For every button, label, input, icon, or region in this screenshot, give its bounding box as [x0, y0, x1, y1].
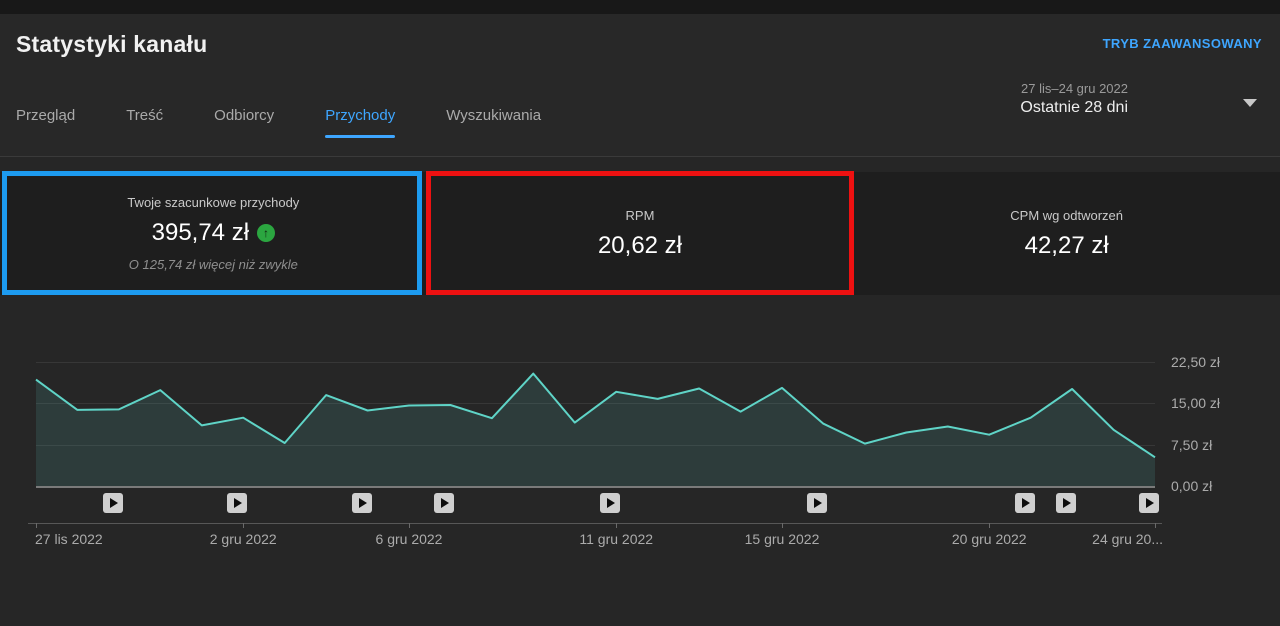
- card-value: 42,27 zł: [1025, 232, 1109, 260]
- revenue-line-chart[interactable]: [36, 295, 1155, 486]
- card-value: 20,62 zł: [598, 232, 682, 260]
- card-rpm[interactable]: RPM 20,62 zł: [427, 172, 854, 295]
- video-marker-play-icon[interactable]: [1056, 493, 1076, 513]
- play-triangle-icon: [1063, 498, 1071, 508]
- x-axis-label: 15 gru 2022: [745, 531, 820, 547]
- card-title: CPM wg odtworzeń: [1010, 208, 1123, 223]
- x-axis-tick: [616, 523, 617, 528]
- video-marker-play-icon[interactable]: [807, 493, 827, 513]
- play-triangle-icon: [359, 498, 367, 508]
- play-triangle-icon: [607, 498, 615, 508]
- x-axis-label: 20 gru 2022: [952, 531, 1027, 547]
- y-axis-label: 7,50 zł: [1171, 437, 1212, 453]
- date-range-text: 27 lis–24 gru 2022: [1020, 81, 1128, 96]
- date-range-picker[interactable]: 27 lis–24 gru 2022 Ostatnie 28 dni: [1020, 81, 1128, 117]
- trend-up-icon: ↑: [257, 224, 275, 242]
- x-axis-label: 2 gru 2022: [210, 531, 277, 547]
- x-axis-label: 6 gru 2022: [376, 531, 443, 547]
- zero-baseline: [36, 486, 1155, 488]
- y-axis-label: 0,00 zł: [1171, 478, 1212, 494]
- y-axis-label: 22,50 zł: [1171, 354, 1220, 370]
- x-axis-label: 24 gru 20...: [1092, 531, 1163, 547]
- video-marker-play-icon[interactable]: [1139, 493, 1159, 513]
- tab-przeglad[interactable]: Przegląd: [16, 107, 75, 138]
- card-title: RPM: [626, 208, 655, 223]
- card-value: 395,74 zł ↑: [152, 219, 275, 247]
- y-axis-label: 15,00 zł: [1171, 395, 1220, 411]
- x-axis-tick: [989, 523, 990, 528]
- page-title: Statystyki kanału: [16, 31, 207, 58]
- x-axis-tick: [243, 523, 244, 528]
- video-marker-play-icon[interactable]: [1015, 493, 1035, 513]
- analytics-header: Statystyki kanału TRYB ZAAWANSOWANY Prze…: [0, 14, 1280, 157]
- analytics-tabs: Przegląd Treść Odbiorcy Przychody Wyszuk…: [16, 107, 541, 138]
- play-triangle-icon: [110, 498, 118, 508]
- x-axis-tick: [409, 523, 410, 528]
- x-axis-line: [28, 523, 1162, 524]
- advanced-mode-link[interactable]: TRYB ZAAWANSOWANY: [1103, 36, 1262, 51]
- revenue-chart-section: POKAŻ WIĘCEJ 22,50 zł15,00 zł7,50 zł0,00…: [0, 295, 1280, 626]
- card-estimated-revenue[interactable]: Twoje szacunkowe przychody 395,74 zł ↑ O…: [0, 172, 427, 295]
- x-axis-tick: [1155, 523, 1156, 528]
- date-range-selected: Ostatnie 28 dni: [1020, 99, 1128, 117]
- top-strip: [0, 0, 1280, 14]
- tab-wyszukiwania[interactable]: Wyszukiwania: [446, 107, 541, 138]
- x-axis-tick: [782, 523, 783, 528]
- metric-cards-row: Twoje szacunkowe przychody 395,74 zł ↑ O…: [0, 172, 1280, 295]
- card-title: Twoje szacunkowe przychody: [127, 195, 299, 210]
- play-triangle-icon: [1146, 498, 1154, 508]
- play-triangle-icon: [441, 498, 449, 508]
- video-marker-play-icon[interactable]: [600, 493, 620, 513]
- chevron-down-icon[interactable]: [1243, 99, 1257, 107]
- play-triangle-icon: [814, 498, 822, 508]
- tab-odbiorcy[interactable]: Odbiorcy: [214, 107, 274, 138]
- play-triangle-icon: [1022, 498, 1030, 508]
- tab-tresc[interactable]: Treść: [126, 107, 163, 138]
- x-axis-label: 11 gru 2022: [579, 531, 653, 547]
- play-triangle-icon: [234, 498, 242, 508]
- video-marker-play-icon[interactable]: [103, 493, 123, 513]
- active-tab-underline: [325, 135, 395, 138]
- video-marker-play-icon[interactable]: [352, 493, 372, 513]
- chart-area-fill: [36, 374, 1155, 486]
- tab-przychody[interactable]: Przychody: [325, 107, 395, 138]
- x-axis-tick: [36, 523, 37, 528]
- card-cpm[interactable]: CPM wg odtworzeń 42,27 zł: [853, 172, 1280, 295]
- x-axis-label: 27 lis 2022: [35, 531, 103, 547]
- video-marker-play-icon[interactable]: [227, 493, 247, 513]
- card-note: O 125,74 zł więcej niż zwykle: [129, 257, 298, 272]
- video-marker-play-icon[interactable]: [434, 493, 454, 513]
